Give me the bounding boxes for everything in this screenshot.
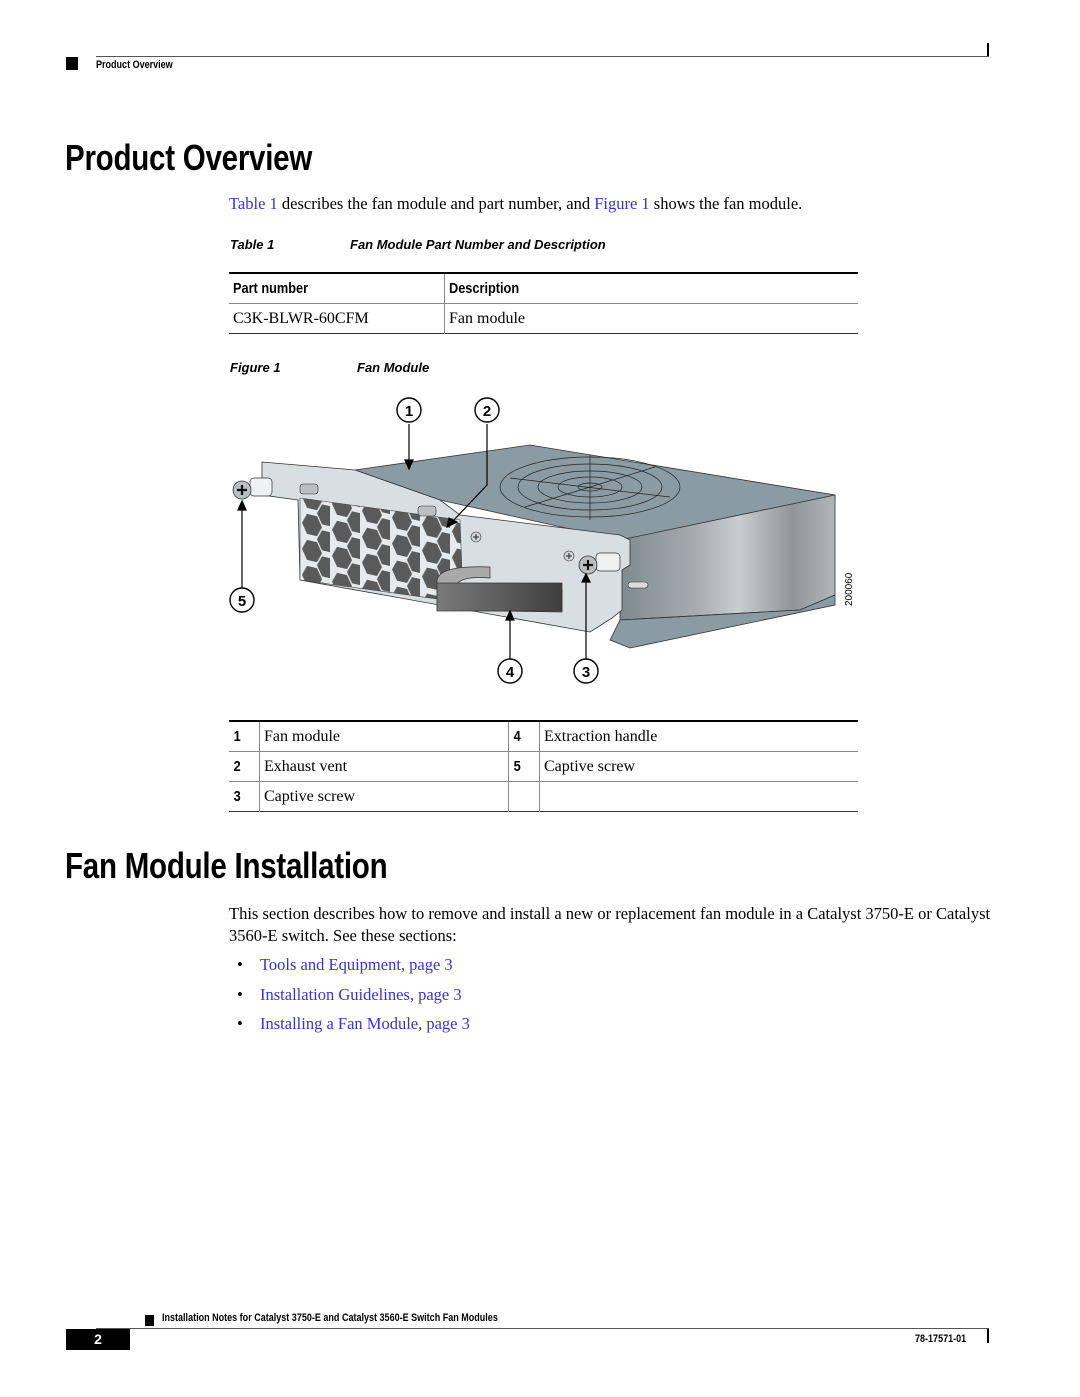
column-header-part-number: Part number <box>229 273 445 304</box>
callout-3: 3 <box>573 658 599 684</box>
header-rule <box>96 56 989 57</box>
column-header-description: Description <box>449 280 520 297</box>
bullet-icon: • <box>237 1014 243 1033</box>
callout-1-label: 1 <box>405 403 413 420</box>
callout-1: 1 <box>396 397 422 423</box>
footer-vertical-bar <box>987 1329 989 1343</box>
header-vertical-bar <box>987 43 989 57</box>
captive-screw-left <box>232 477 273 500</box>
legend-label: Fan module <box>259 721 509 752</box>
figure-caption-label: Figure 1 <box>230 360 281 375</box>
link-tools-and-equipment[interactable]: Tools and Equipment, page 3 <box>260 955 453 974</box>
bezel-slot <box>299 483 319 495</box>
part-number-table: Part number Description C3K-BLWR-60CFM F… <box>229 272 858 334</box>
header-block-marker <box>66 57 78 70</box>
legend-number: 3 <box>229 781 260 812</box>
bezel-slot <box>417 505 437 517</box>
small-screw-icon <box>563 550 575 562</box>
running-header: Product Overview <box>96 59 173 71</box>
installation-paragraph: This section describes how to remove and… <box>229 904 991 945</box>
legend-row: 2 Exhaust vent 5 Captive screw <box>229 751 858 782</box>
legend-label: Extraction handle <box>544 727 658 745</box>
table-row: C3K-BLWR-60CFM Fan module <box>229 303 858 334</box>
intro-text-end: shows the fan module. <box>649 194 803 213</box>
figure-legend-table: 1 Fan module 4 Extraction handle 2 Exhau… <box>229 720 858 812</box>
fan-module-body <box>232 444 836 649</box>
legend-label: Captive screw <box>259 781 509 812</box>
intro-text-mid: describes the fan module and part number… <box>277 194 595 213</box>
small-screw-icon <box>470 531 482 543</box>
link-table-1[interactable]: Table 1 <box>229 194 278 213</box>
callout-3-label: 3 <box>582 664 590 681</box>
callout-2: 2 <box>474 397 500 423</box>
cell-description: Fan module <box>449 309 525 327</box>
table-caption-title: Fan Module Part Number and Description <box>350 237 606 252</box>
heading-fan-module-installation: Fan Module Installation <box>65 845 388 886</box>
legend-label: Captive screw <box>544 757 636 775</box>
section-links-list: • Tools and Equipment, page 3 • Installati… <box>229 953 470 1042</box>
footer-doc-number: 78-17571-01 <box>915 1333 967 1345</box>
list-item: • Installation Guidelines, page 3 <box>229 983 470 1013</box>
link-installing-a-fan-module[interactable]: Installing a Fan Module, page 3 <box>260 1014 470 1033</box>
table-header-row: Part number Description <box>229 273 858 304</box>
callout-5: 5 <box>229 587 255 613</box>
fan-module-figure: 1 2 3 4 5 200060 <box>229 397 855 684</box>
link-installation-guidelines[interactable]: Installation Guidelines, page 3 <box>260 985 462 1004</box>
legend-row: 1 Fan module 4 Extraction handle <box>229 721 858 752</box>
legend-number: 2 <box>229 751 260 782</box>
legend-label <box>540 782 859 812</box>
page-number: 2 <box>66 1329 130 1350</box>
table-caption-label: Table 1 <box>230 237 275 252</box>
intro-paragraph: Table 1 describes the fan module and par… <box>229 194 802 214</box>
figure-art-id: 200060 <box>844 572 855 606</box>
callout-5-label: 5 <box>238 593 246 610</box>
list-item: • Tools and Equipment, page 3 <box>229 953 470 983</box>
cell-part-number: C3K-BLWR-60CFM <box>229 303 445 334</box>
legend-number: 1 <box>229 721 260 752</box>
heading-product-overview: Product Overview <box>65 137 313 178</box>
footer-doc-title: Installation Notes for Catalyst 3750-E a… <box>162 1312 498 1324</box>
legend-row: 3 Captive screw <box>229 781 859 812</box>
list-item: • Installing a Fan Module, page 3 <box>229 1012 470 1042</box>
footer-rule <box>96 1328 989 1329</box>
callout-4-label: 4 <box>506 664 515 681</box>
legend-number <box>508 781 540 812</box>
legend-number: 4 <box>508 721 540 752</box>
callout-4: 4 <box>497 658 523 684</box>
extraction-handle <box>436 582 563 612</box>
legend-label: Exhaust vent <box>259 751 509 782</box>
callout-2-label: 2 <box>483 403 491 420</box>
footer-block-marker <box>145 1315 154 1326</box>
legend-number: 5 <box>508 751 540 782</box>
bullet-icon: • <box>237 984 243 1004</box>
bullet-icon: • <box>237 955 243 974</box>
link-figure-1[interactable]: Figure 1 <box>594 194 649 213</box>
figure-caption-title: Fan Module <box>357 360 430 375</box>
